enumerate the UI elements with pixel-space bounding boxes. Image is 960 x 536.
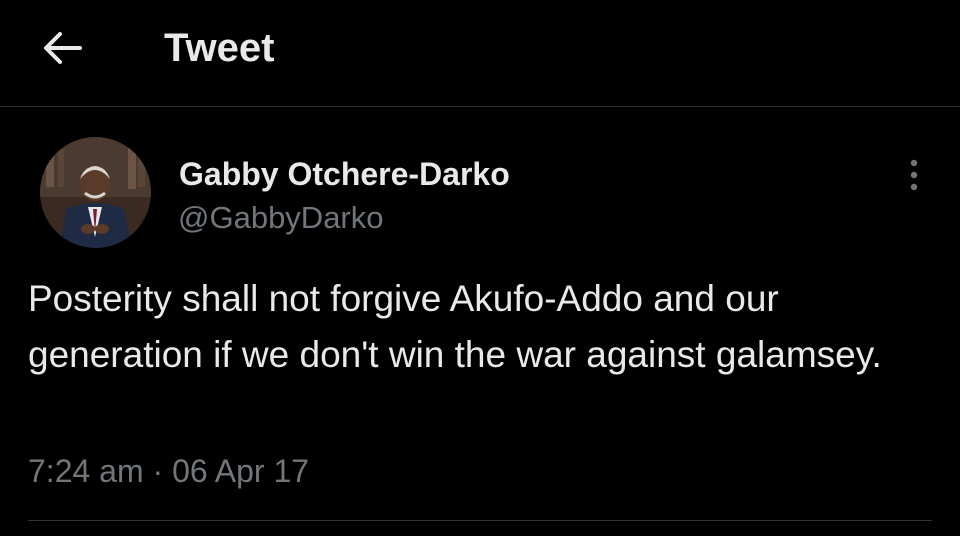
page-title: Tweet (164, 26, 275, 70)
divider (28, 520, 932, 521)
more-vertical-icon (910, 159, 918, 191)
avatar[interactable] (40, 137, 151, 248)
back-button[interactable] (36, 24, 88, 72)
top-bar: Tweet (0, 0, 960, 107)
tweet-text: Posterity shall not forgive Akufo-Addo a… (28, 278, 882, 375)
author-name[interactable]: Gabby Otchere-Darko (179, 155, 510, 193)
more-options-button[interactable] (896, 155, 932, 195)
tweet-time[interactable]: 7:24 am (28, 453, 144, 489)
avatar-photo (40, 137, 151, 248)
tweet-date[interactable]: 06 Apr 17 (172, 453, 309, 489)
meta-separator: · (152, 453, 164, 489)
tweet-timestamp: 7:24 am · 06 Apr 17 (28, 451, 309, 491)
arrow-left-icon (44, 32, 82, 64)
author-handle[interactable]: @GabbyDarko (178, 200, 384, 236)
tweet-detail: Gabby Otchere-Darko @GabbyDarko Posterit… (0, 107, 960, 536)
